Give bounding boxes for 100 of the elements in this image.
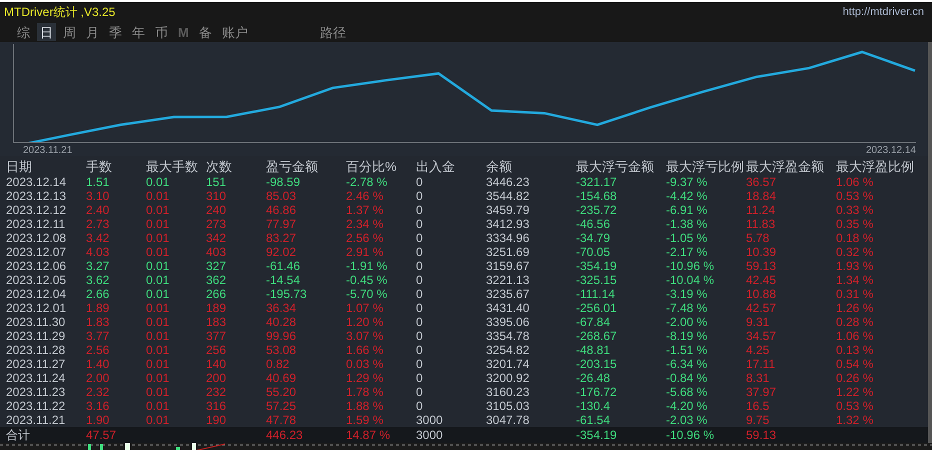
lots-cell: 3.42 xyxy=(86,231,110,245)
lots-cell: 3.62 xyxy=(86,273,110,287)
period-tab[interactable]: 周 xyxy=(60,23,79,41)
deposit-cell: 0 xyxy=(416,175,423,189)
balance-cell: 3431.40 xyxy=(486,301,530,315)
period-tab[interactable]: 账户 xyxy=(218,23,251,41)
max-drawdown-ratio-cell: -10.96 % xyxy=(666,259,714,273)
percent-cell: -1.91 % xyxy=(346,259,388,273)
max-lots-cell: 0.01 xyxy=(146,273,170,287)
max-lots-cell: 0.01 xyxy=(146,175,170,189)
max-drawdown-ratio-cell: -2.00 % xyxy=(666,315,708,329)
count-cell: 190 xyxy=(206,413,226,427)
date-cell: 2023.12.08 xyxy=(6,231,66,245)
balance-cell: 3105.03 xyxy=(486,399,530,413)
profit-cell: 77.97 xyxy=(266,217,296,231)
deposit-cell: 0 xyxy=(416,245,423,259)
max-drawdown-ratio-cell: -9.37 % xyxy=(666,175,708,189)
max-lots-cell: 0.01 xyxy=(146,189,170,203)
column-header: 手数 xyxy=(86,159,112,174)
max-float-profit-cell: 42.57 xyxy=(746,301,776,315)
period-tab[interactable]: 综 xyxy=(14,23,33,41)
percent-cell: 1.07 % xyxy=(346,301,384,315)
max-float-profit-cell: 17.11 xyxy=(746,357,776,371)
profit-cell: 53.08 xyxy=(266,343,296,357)
date-cell: 2023.12.12 xyxy=(6,203,66,217)
max-drawdown-ratio-cell: -1.05 % xyxy=(666,231,708,245)
max-lots-cell: 0.01 xyxy=(146,301,170,315)
profit-cell: 40.69 xyxy=(266,371,296,385)
max-float-profit-ratio-cell: 1.93 % xyxy=(836,259,874,273)
max-drawdown-cell: -26.48 xyxy=(576,371,610,385)
deposit-cell: 0 xyxy=(416,287,423,301)
date-cell: 2023.11.22 xyxy=(6,399,66,413)
deposit-cell: 0 xyxy=(416,189,423,203)
max-float-profit-cell: 11.24 xyxy=(746,203,776,217)
total-label: 合计 xyxy=(6,428,30,442)
max-float-profit-cell: 36.57 xyxy=(746,175,776,189)
profit-cell: 0.82 xyxy=(266,357,290,371)
count-cell: 310 xyxy=(206,189,226,203)
lots-cell: 1.89 xyxy=(86,301,110,315)
profit-cell: 57.25 xyxy=(266,399,296,413)
date-cell: 2023.11.29 xyxy=(6,329,66,343)
lots-cell: 2.73 xyxy=(86,217,110,231)
period-tab[interactable]: 年 xyxy=(129,23,148,41)
max-drawdown-cell: -203.15 xyxy=(576,357,617,371)
max-drawdown-cell: -46.56 xyxy=(576,217,610,231)
path-tab[interactable]: 路径 xyxy=(316,23,349,41)
balance-cell: 3544.82 xyxy=(486,189,530,203)
profit-cell: 46.86 xyxy=(266,203,296,217)
lots-cell: 2.32 xyxy=(86,385,110,399)
max-drawdown-ratio-cell: -1.51 % xyxy=(666,343,708,357)
max-drawdown-cell: -130.4 xyxy=(576,399,610,413)
max-float-profit-cell: 5.78 xyxy=(746,231,770,245)
max-lots-cell: 0.01 xyxy=(146,399,170,413)
max-lots-cell: 0.01 xyxy=(146,371,170,385)
period-tab[interactable]: 季 xyxy=(106,23,125,41)
max-float-profit-ratio-cell: 0.28 % xyxy=(836,315,874,329)
max-float-profit-cell: 4.25 xyxy=(746,343,770,357)
window-title: MTDriver统计 ,V3.25 xyxy=(4,4,116,21)
percent-cell: 2.34 % xyxy=(346,217,384,231)
max-float-profit-cell: 9.31 xyxy=(746,315,770,329)
max-lots-cell: 0.01 xyxy=(146,343,170,357)
max-float-profit-ratio-cell: 1.32 % xyxy=(836,413,874,427)
max-drawdown-cell: -48.81 xyxy=(576,343,610,357)
count-cell: 362 xyxy=(206,273,226,287)
max-drawdown-ratio-cell: -8.19 % xyxy=(666,329,708,343)
max-float-profit-ratio-cell: 0.35 % xyxy=(836,217,874,231)
column-header: 最大浮亏比例 xyxy=(666,159,744,174)
max-lots-cell: 0.01 xyxy=(146,315,170,329)
percent-cell: 1.59 % xyxy=(346,413,384,427)
percent-cell: 1.29 % xyxy=(346,371,384,385)
max-drawdown-ratio-cell: -4.42 % xyxy=(666,189,708,203)
max-drawdown-cell: -61.54 xyxy=(576,413,610,427)
max-lots-cell: 0.01 xyxy=(146,413,170,427)
percent-cell: 2.91 % xyxy=(346,245,384,259)
period-tab[interactable]: 月 xyxy=(83,23,102,41)
period-tab[interactable]: 备 xyxy=(196,23,215,41)
percent-cell: -2.78 % xyxy=(346,175,388,189)
column-header: 盈亏金额 xyxy=(266,159,318,174)
deposit-cell: 3000 xyxy=(416,428,443,442)
lots-cell: 3.77 xyxy=(86,329,110,343)
max-lots-cell: 0.01 xyxy=(146,203,170,217)
balance-cell: 3334.96 xyxy=(486,231,530,245)
period-tab[interactable]: 币 xyxy=(152,23,171,41)
profit-cell: 55.20 xyxy=(266,385,296,399)
website-link[interactable]: http://mtdriver.cn xyxy=(842,4,928,20)
profit-cell: 36.34 xyxy=(266,301,296,315)
period-tab[interactable]: 日 xyxy=(37,23,56,41)
balance-cell: 3160.23 xyxy=(486,385,530,399)
balance-cell: 3254.82 xyxy=(486,343,530,357)
percent-cell: 1.37 % xyxy=(346,203,384,217)
max-lots-cell: 0.01 xyxy=(146,385,170,399)
max-float-profit-ratio-cell: 0.53 % xyxy=(836,399,874,413)
balance-cell: 3235.67 xyxy=(486,287,530,301)
date-cell: 2023.11.21 xyxy=(6,413,66,427)
deposit-cell: 0 xyxy=(416,273,423,287)
profit-cell: 83.27 xyxy=(266,231,296,245)
date-cell: 2023.12.07 xyxy=(6,245,66,259)
count-cell: 140 xyxy=(206,357,226,371)
max-float-profit-cell: 10.88 xyxy=(746,287,776,301)
lots-cell: 47.57 xyxy=(86,428,116,442)
